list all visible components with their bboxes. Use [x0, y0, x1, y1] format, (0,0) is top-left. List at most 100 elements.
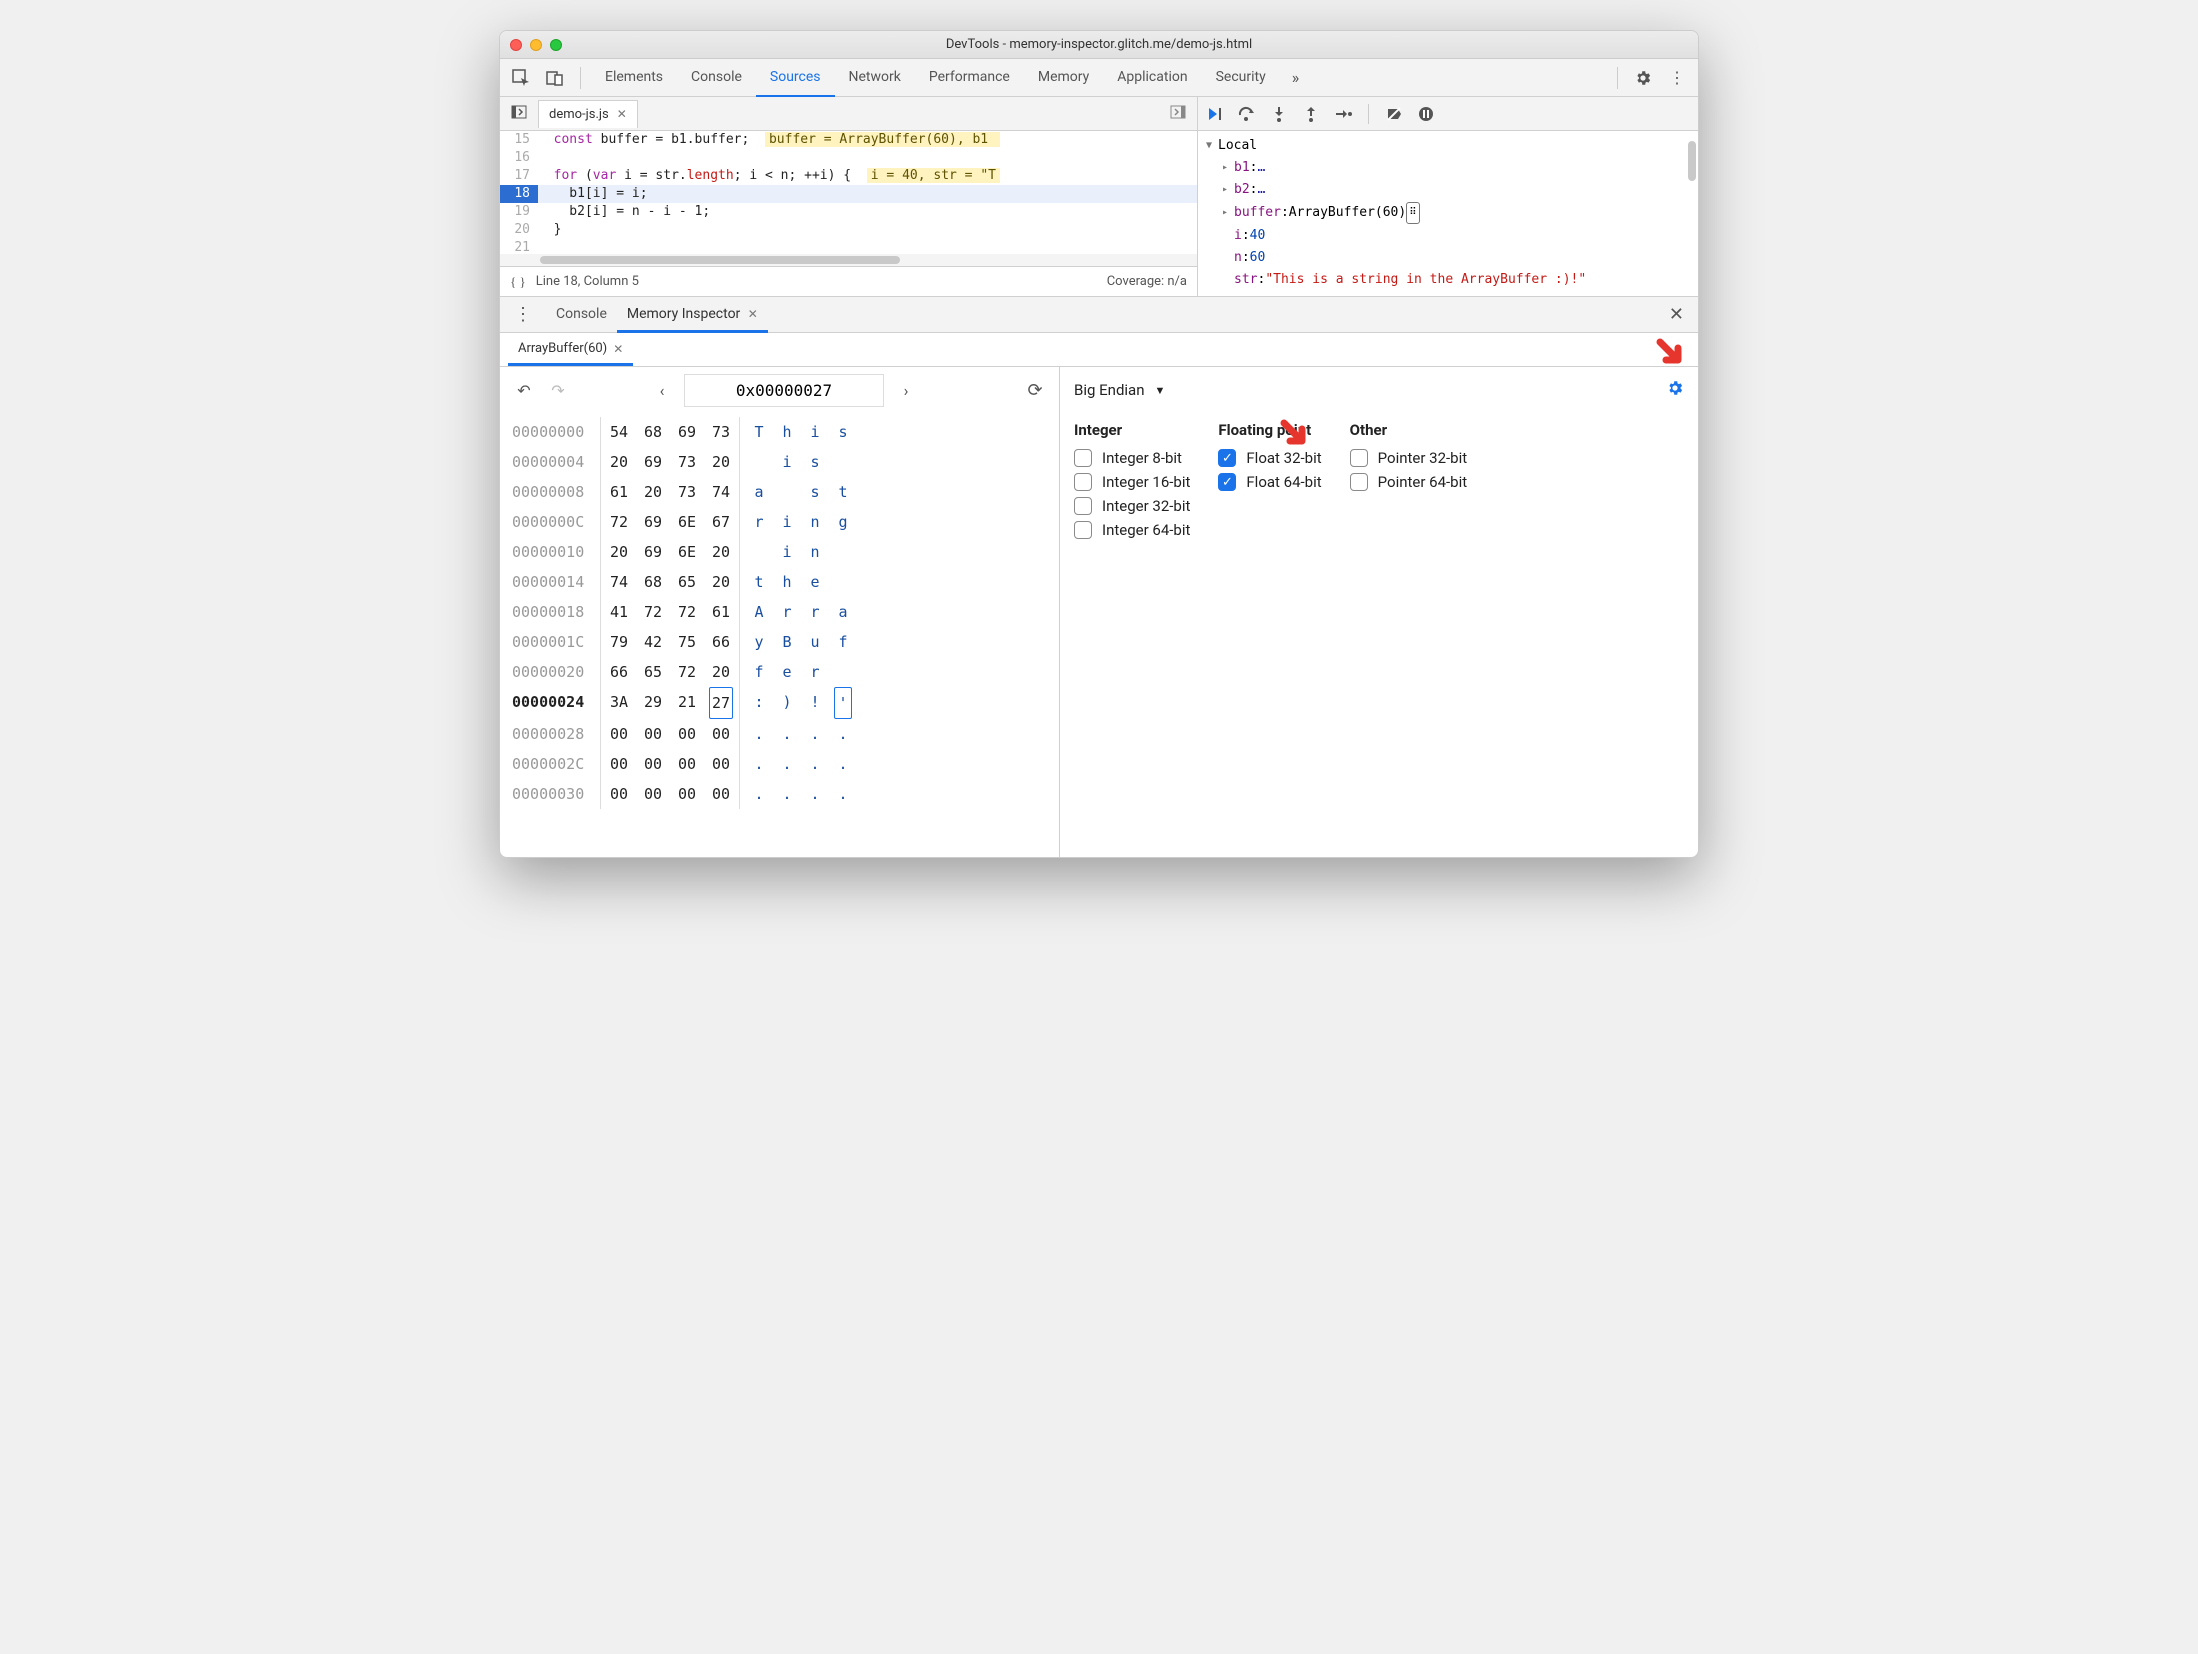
hex-row[interactable]: 0000001474686520the	[512, 567, 1047, 597]
drawer-tab-bar: ⋮ ConsoleMemory Inspector ✕ ✕	[500, 297, 1698, 333]
scope-variable[interactable]: i: 40	[1198, 225, 1698, 247]
close-window-button[interactable]	[510, 39, 522, 51]
resume-icon[interactable]	[1206, 105, 1224, 123]
hex-row[interactable]: 0000001020696E20 in	[512, 537, 1047, 567]
code-line[interactable]: 18 b1[i] = i;	[500, 185, 1197, 203]
refresh-icon[interactable]: ⟳	[1023, 380, 1047, 401]
horizontal-scrollbar[interactable]	[500, 254, 1197, 266]
hex-row[interactable]: 0000001841727261Arra	[512, 597, 1047, 627]
code-line[interactable]: 17 for (var i = str.length; i < n; ++i) …	[500, 167, 1197, 185]
step-over-icon[interactable]	[1238, 105, 1256, 123]
endianness-select[interactable]: Big Endian ▼	[1074, 381, 1165, 399]
value-settings-gear-icon[interactable]	[1666, 379, 1684, 402]
annotation-arrow-icon	[1278, 417, 1314, 453]
checkbox[interactable]: ✓	[1218, 473, 1236, 491]
undo-icon[interactable]: ↶	[512, 381, 536, 400]
hex-row[interactable]: 0000001C79427566yBuf	[512, 627, 1047, 657]
vertical-scrollbar[interactable]	[1688, 141, 1696, 181]
address-input[interactable]	[684, 374, 884, 407]
value-header: Big Endian ▼	[1060, 367, 1698, 413]
code-line[interactable]: 15 const buffer = b1.buffer; buffer = Ar…	[500, 131, 1197, 149]
device-toggle-icon[interactable]	[540, 63, 570, 93]
hex-row[interactable]: 0000002C00000000....	[512, 749, 1047, 779]
zoom-window-button[interactable]	[550, 39, 562, 51]
checkbox[interactable]	[1074, 473, 1092, 491]
code-line[interactable]: 19 b2[i] = n - i - 1;	[500, 203, 1197, 221]
scope-variable[interactable]: ▸b1: …	[1198, 157, 1698, 179]
code-editor[interactable]: 15 const buffer = b1.buffer; buffer = Ar…	[500, 131, 1197, 254]
navigator-toggle-icon[interactable]	[506, 104, 532, 124]
hex-row[interactable]: 0000002066657220fer	[512, 657, 1047, 687]
type-option[interactable]: Integer 32-bit	[1074, 497, 1190, 515]
scope-pane[interactable]: ▼Local ▸b1: …▸b2: …▸buffer: ArrayBuffer(…	[1198, 131, 1698, 296]
close-drawer-icon[interactable]: ✕	[1663, 304, 1690, 325]
checkbox[interactable]	[1074, 449, 1092, 467]
drawer-tab-console[interactable]: Console	[546, 298, 617, 332]
hex-row[interactable]: 0000000420697320 is	[512, 447, 1047, 477]
step-out-icon[interactable]	[1302, 105, 1320, 123]
chevron-down-icon: ▼	[1155, 384, 1166, 397]
checkbox[interactable]	[1350, 473, 1368, 491]
tab-sources[interactable]: Sources	[756, 59, 835, 98]
file-tab-demo-js[interactable]: demo-js.js ✕	[538, 100, 638, 128]
close-icon[interactable]: ✕	[617, 107, 627, 121]
window-title: DevTools - memory-inspector.glitch.me/de…	[500, 37, 1698, 52]
type-group-integer: IntegerInteger 8-bitInteger 16-bitIntege…	[1074, 421, 1190, 545]
hex-row[interactable]: 0000002800000000....	[512, 719, 1047, 749]
minimize-window-button[interactable]	[530, 39, 542, 51]
type-option[interactable]: Pointer 64-bit	[1350, 473, 1468, 491]
more-tabs-icon[interactable]: »	[1284, 68, 1308, 87]
sources-right-pane: ▼Local ▸b1: …▸b2: …▸buffer: ArrayBuffer(…	[1198, 97, 1698, 296]
pretty-print-icon[interactable]: { }	[510, 274, 526, 290]
scope-variable[interactable]: str: "This is a string in the ArrayBuffe…	[1198, 269, 1698, 291]
tab-elements[interactable]: Elements	[591, 59, 677, 97]
code-line[interactable]: 21	[500, 239, 1197, 254]
code-line[interactable]: 20 }	[500, 221, 1197, 239]
code-line[interactable]: 16	[500, 149, 1197, 167]
titlebar: DevTools - memory-inspector.glitch.me/de…	[500, 31, 1698, 59]
next-page-icon[interactable]: ›	[894, 381, 918, 400]
step-icon[interactable]	[1334, 105, 1352, 123]
tab-console[interactable]: Console	[677, 59, 756, 97]
drawer-menu-icon[interactable]: ⋮	[508, 304, 538, 325]
prev-page-icon[interactable]: ‹	[650, 381, 674, 400]
hex-row[interactable]: 0000000861207374a st	[512, 477, 1047, 507]
hex-row[interactable]: 0000000054686973This	[512, 417, 1047, 447]
tab-network[interactable]: Network	[835, 59, 915, 97]
type-option[interactable]: ✓Float 64-bit	[1218, 473, 1321, 491]
scope-variable[interactable]: ▸b2: …	[1198, 179, 1698, 201]
scope-variable[interactable]: n: 60	[1198, 247, 1698, 269]
checkbox[interactable]	[1350, 449, 1368, 467]
tab-application[interactable]: Application	[1103, 59, 1201, 97]
checkbox[interactable]	[1074, 521, 1092, 539]
type-option[interactable]: Integer 8-bit	[1074, 449, 1190, 467]
type-option[interactable]: Pointer 32-bit	[1350, 449, 1468, 467]
type-option[interactable]: Integer 16-bit	[1074, 473, 1190, 491]
coverage-status: Coverage: n/a	[1107, 274, 1187, 289]
debugger-toggle-icon[interactable]	[1165, 104, 1191, 124]
deactivate-breakpoints-icon[interactable]	[1385, 105, 1403, 123]
main-toolbar: ElementsConsoleSourcesNetworkPerformance…	[500, 59, 1698, 97]
hex-row[interactable]: 0000000C72696E67ring	[512, 507, 1047, 537]
scope-header[interactable]: ▼Local	[1198, 135, 1698, 157]
scope-variable[interactable]: ▸buffer: ArrayBuffer(60) ⠿	[1198, 201, 1698, 225]
kebab-menu-icon[interactable]: ⋮	[1662, 63, 1692, 93]
close-icon[interactable]: ✕	[613, 342, 623, 356]
step-into-icon[interactable]	[1270, 105, 1288, 123]
tab-memory[interactable]: Memory	[1024, 59, 1103, 97]
redo-icon[interactable]: ↷	[546, 381, 570, 400]
hex-grid[interactable]: 0000000054686973This0000000420697320 is …	[500, 413, 1059, 857]
memory-inspector-tab-label: ArrayBuffer(60)	[518, 341, 607, 356]
memory-inspector-tab[interactable]: ArrayBuffer(60) ✕	[508, 334, 633, 366]
pause-exceptions-icon[interactable]	[1417, 105, 1435, 123]
tab-security[interactable]: Security	[1202, 59, 1280, 97]
checkbox[interactable]: ✓	[1218, 449, 1236, 467]
hex-row[interactable]: 0000003000000000....	[512, 779, 1047, 809]
checkbox[interactable]	[1074, 497, 1092, 515]
tab-performance[interactable]: Performance	[915, 59, 1024, 97]
drawer-tab-memory-inspector[interactable]: Memory Inspector ✕	[617, 298, 768, 333]
settings-gear-icon[interactable]	[1628, 63, 1658, 93]
inspect-icon[interactable]	[506, 63, 536, 93]
hex-row[interactable]: 000000243A292127:)!'	[512, 687, 1047, 719]
type-option[interactable]: Integer 64-bit	[1074, 521, 1190, 539]
